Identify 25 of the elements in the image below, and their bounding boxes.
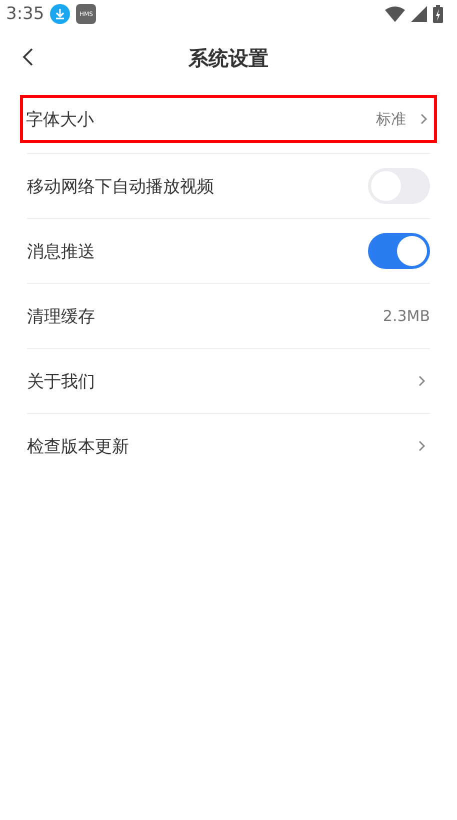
setting-label: 清理缓存 <box>27 306 96 328</box>
download-icon <box>50 4 70 24</box>
signal-icon <box>411 6 427 22</box>
chevron-right-icon <box>420 113 428 125</box>
setting-value: 2.3MB <box>382 307 430 325</box>
setting-label: 字体大小 <box>26 108 95 130</box>
chevron-right-icon <box>418 440 426 452</box>
setting-label: 移动网络下自动播放视频 <box>27 176 215 198</box>
back-icon <box>22 47 34 67</box>
setting-label: 消息推送 <box>27 240 96 262</box>
highlighted-setting-row[interactable]: 字体大小 标准 <box>13 88 444 150</box>
page-title: 系统设置 <box>188 44 268 72</box>
setting-row[interactable]: 检查版本更新 <box>27 413 430 478</box>
status-time: 3:35 <box>6 4 44 24</box>
setting-row[interactable]: 关于我们 <box>27 348 430 413</box>
setting-value: 标准 <box>376 110 406 128</box>
wifi-icon <box>385 6 405 22</box>
setting-label: 检查版本更新 <box>27 436 130 458</box>
chevron-right-icon <box>418 375 426 387</box>
setting-row[interactable]: 移动网络下自动播放视频 <box>27 153 430 218</box>
setting-row[interactable]: 清理缓存 2.3MB <box>27 283 430 348</box>
battery-icon <box>433 5 443 23</box>
setting-label: 关于我们 <box>27 370 96 392</box>
toggle-switch[interactable] <box>368 233 430 269</box>
setting-row[interactable]: 消息推送 <box>27 218 430 283</box>
